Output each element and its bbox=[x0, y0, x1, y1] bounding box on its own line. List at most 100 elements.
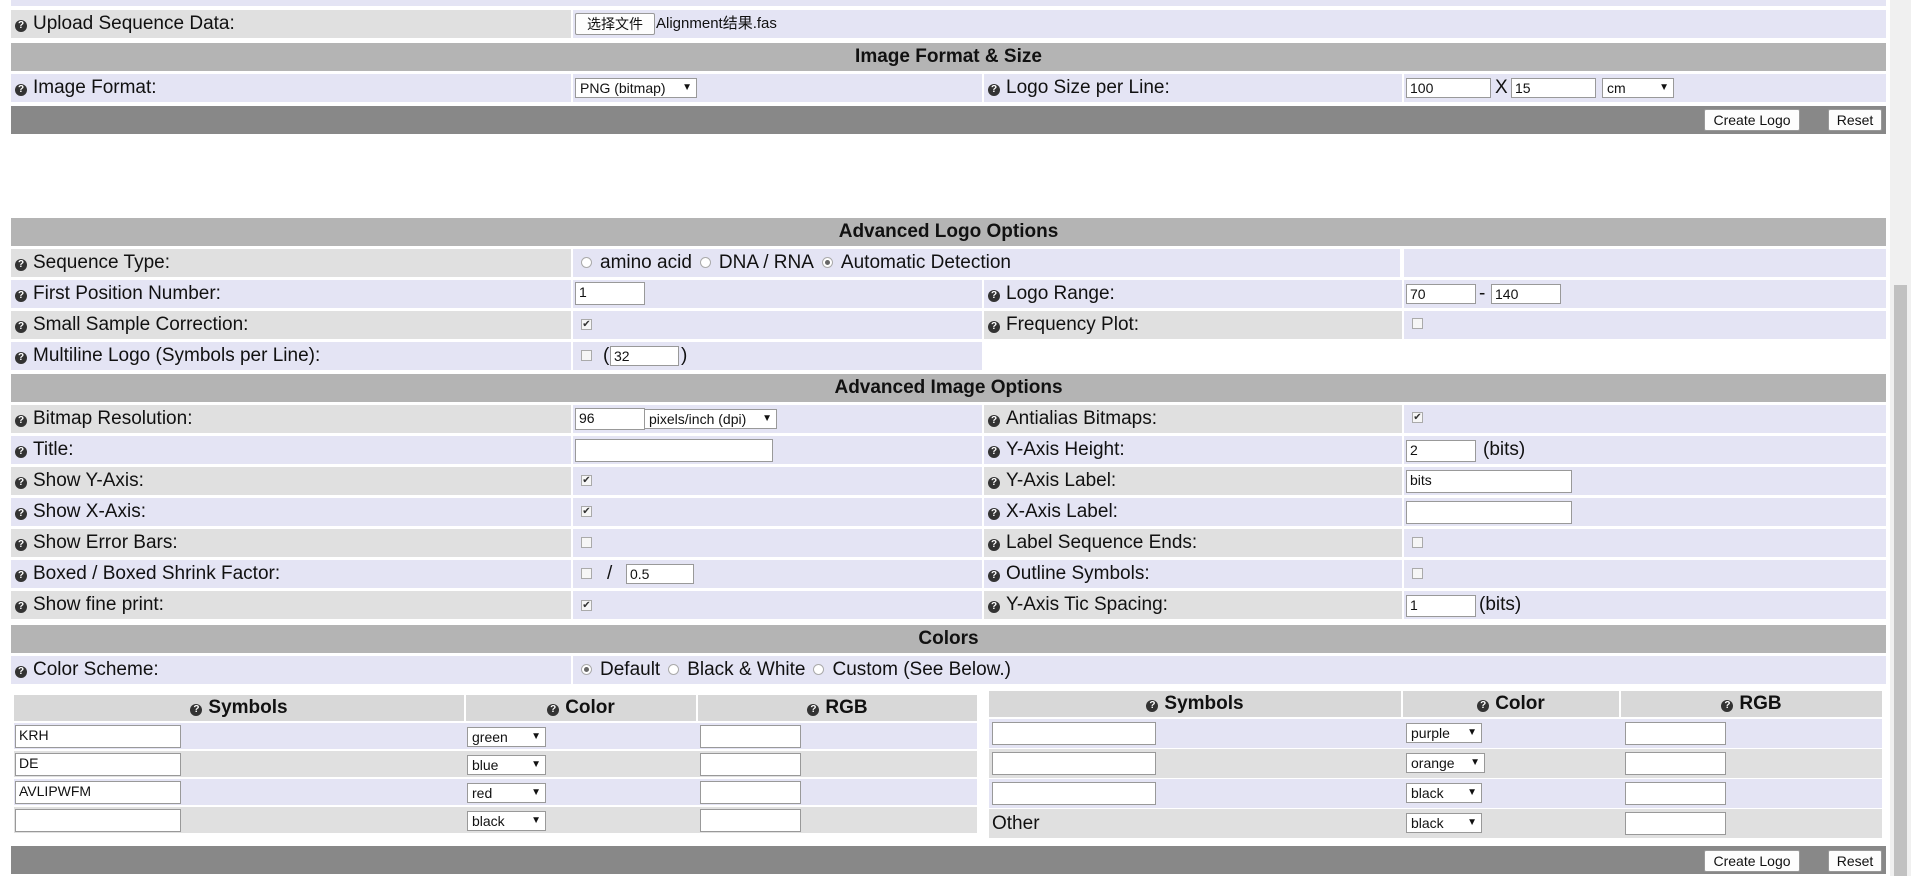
rgb-input[interactable] bbox=[700, 725, 801, 748]
rgb-input[interactable] bbox=[1625, 812, 1726, 835]
radio-auto-detect[interactable] bbox=[821, 257, 833, 268]
help-icon[interactable]: ? bbox=[15, 20, 27, 32]
radio-default[interactable] bbox=[581, 664, 592, 675]
rgb-input[interactable] bbox=[700, 753, 801, 776]
boxed-label: Boxed / Boxed Shrink Factor: bbox=[33, 563, 281, 584]
logo-unit-select[interactable]: cm bbox=[1602, 78, 1674, 98]
radio-dna-rna[interactable] bbox=[699, 257, 711, 268]
label-ends-label: Label Sequence Ends: bbox=[1006, 532, 1198, 553]
color-select[interactable]: orange bbox=[1406, 753, 1485, 773]
help-icon[interactable]: ? bbox=[988, 84, 1000, 96]
help-icon[interactable]: ? bbox=[15, 601, 27, 613]
help-icon[interactable]: ? bbox=[1146, 700, 1159, 712]
multiline-input[interactable]: 32 bbox=[610, 346, 679, 366]
multiline-checkbox[interactable] bbox=[581, 350, 592, 361]
color-select[interactable]: black bbox=[1406, 813, 1482, 833]
outline-checkbox[interactable] bbox=[1412, 568, 1423, 579]
fine-print-checkbox[interactable]: ✔ bbox=[581, 600, 592, 611]
image-format-select[interactable]: PNG (bitmap) bbox=[575, 78, 697, 98]
color-select[interactable]: blue bbox=[467, 755, 546, 775]
show-x-checkbox[interactable]: ✔ bbox=[581, 506, 592, 517]
color-select[interactable]: black bbox=[467, 811, 546, 831]
help-icon[interactable]: ? bbox=[988, 539, 1000, 551]
antialias-checkbox[interactable]: ✔ bbox=[1412, 412, 1423, 423]
choose-file-button[interactable]: 选择文件 bbox=[575, 13, 655, 35]
rgb-input[interactable] bbox=[1625, 782, 1726, 805]
help-icon[interactable]: ? bbox=[15, 539, 27, 551]
shrink-factor-input[interactable]: 0.5 bbox=[626, 564, 694, 584]
image-format-label-cell: ? Image Format: bbox=[11, 74, 571, 102]
vertical-scrollbar[interactable] bbox=[1890, 0, 1911, 876]
y-height-input[interactable]: 2 bbox=[1406, 440, 1476, 462]
x-label-label: X-Axis Label: bbox=[1006, 501, 1118, 522]
label-ends-checkbox[interactable] bbox=[1412, 537, 1423, 548]
help-icon[interactable]: ? bbox=[988, 601, 1000, 613]
help-icon[interactable]: ? bbox=[15, 290, 27, 302]
rgb-input[interactable] bbox=[700, 781, 801, 804]
radio-black-white[interactable] bbox=[668, 664, 680, 675]
create-logo-button[interactable]: Create Logo bbox=[1704, 850, 1800, 872]
color-select[interactable]: purple bbox=[1406, 723, 1482, 743]
symbols-input[interactable] bbox=[992, 782, 1156, 805]
symbols-input[interactable] bbox=[992, 752, 1156, 775]
help-icon[interactable]: ? bbox=[988, 415, 1000, 427]
y-height-value-cell: 2 (bits) bbox=[1404, 436, 1886, 464]
radio-custom[interactable] bbox=[813, 664, 825, 675]
range-to-input[interactable]: 140 bbox=[1491, 284, 1561, 304]
resolution-unit-select[interactable]: pixels/inch (dpi) bbox=[644, 409, 777, 429]
help-icon[interactable]: ? bbox=[15, 352, 27, 364]
help-icon[interactable]: ? bbox=[988, 290, 1000, 302]
logo-range-label: Logo Range: bbox=[1006, 283, 1115, 304]
help-icon[interactable]: ? bbox=[15, 84, 27, 96]
color-select[interactable]: red bbox=[467, 783, 546, 803]
rgb-input[interactable] bbox=[700, 809, 801, 832]
help-icon[interactable]: ? bbox=[15, 321, 27, 333]
color-select[interactable]: green bbox=[467, 727, 546, 747]
help-icon[interactable]: ? bbox=[547, 704, 560, 716]
scrollbar-thumb[interactable] bbox=[1894, 285, 1907, 876]
help-icon[interactable]: ? bbox=[1721, 700, 1734, 712]
freq-plot-checkbox[interactable] bbox=[1412, 318, 1423, 329]
symbols-input[interactable] bbox=[15, 809, 181, 832]
reset-button[interactable]: Reset bbox=[1828, 850, 1882, 872]
create-logo-button[interactable]: Create Logo bbox=[1704, 109, 1800, 131]
tic-spacing-input[interactable]: 1 bbox=[1406, 595, 1476, 617]
title-input[interactable] bbox=[575, 439, 773, 462]
help-icon[interactable]: ? bbox=[15, 446, 27, 458]
symbols-input[interactable] bbox=[992, 722, 1156, 745]
radio-amino-acid[interactable] bbox=[581, 257, 592, 268]
range-from-input[interactable]: 70 bbox=[1406, 284, 1476, 304]
color-select[interactable]: black bbox=[1406, 783, 1482, 803]
y-label-input[interactable]: bits bbox=[1406, 470, 1572, 493]
symbols-input[interactable]: KRH bbox=[15, 725, 181, 748]
help-icon[interactable]: ? bbox=[15, 570, 27, 582]
help-icon[interactable]: ? bbox=[190, 704, 203, 716]
reset-button[interactable]: Reset bbox=[1828, 109, 1882, 131]
boxed-checkbox[interactable] bbox=[581, 568, 592, 579]
help-icon[interactable]: ? bbox=[988, 508, 1000, 520]
help-icon[interactable]: ? bbox=[1477, 700, 1490, 712]
resolution-input[interactable]: 96 bbox=[575, 408, 645, 430]
logo-width-input[interactable]: 100 bbox=[1406, 78, 1491, 98]
help-icon[interactable]: ? bbox=[988, 446, 1000, 458]
help-icon[interactable]: ? bbox=[807, 704, 820, 716]
first-pos-input[interactable]: 1 bbox=[575, 282, 645, 305]
help-icon[interactable]: ? bbox=[15, 415, 27, 427]
small-sample-checkbox[interactable]: ✔ bbox=[581, 319, 592, 330]
help-icon[interactable]: ? bbox=[15, 477, 27, 489]
help-icon[interactable]: ? bbox=[15, 259, 27, 271]
error-bars-checkbox[interactable] bbox=[581, 537, 592, 548]
show-y-checkbox[interactable]: ✔ bbox=[581, 475, 592, 486]
x-label-input[interactable] bbox=[1406, 501, 1572, 524]
help-icon[interactable]: ? bbox=[988, 477, 1000, 489]
rgb-input[interactable] bbox=[1625, 722, 1726, 745]
symbols-input[interactable]: DE bbox=[15, 753, 181, 776]
help-icon[interactable]: ? bbox=[988, 321, 1000, 333]
help-icon[interactable]: ? bbox=[15, 508, 27, 520]
help-icon[interactable]: ? bbox=[15, 666, 27, 678]
logo-height-input[interactable]: 15 bbox=[1511, 78, 1596, 98]
scheme-bw: Black & White bbox=[687, 659, 806, 680]
symbols-input[interactable]: AVLIPWFM bbox=[15, 781, 181, 804]
help-icon[interactable]: ? bbox=[988, 570, 1000, 582]
rgb-input[interactable] bbox=[1625, 752, 1726, 775]
